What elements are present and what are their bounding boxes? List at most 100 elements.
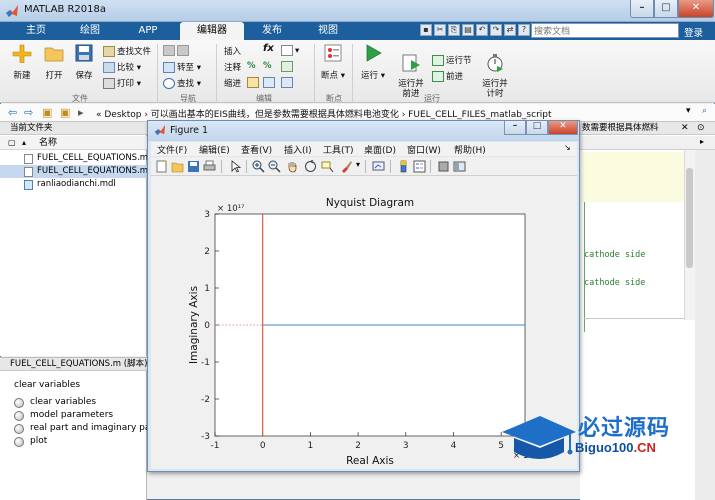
menu-help[interactable]: 帮助(H)	[454, 143, 486, 156]
forward-arrow-icon[interactable]: ⇨	[24, 106, 33, 119]
menu-edit[interactable]: 编辑(E)	[199, 143, 230, 156]
toolbar-separator	[390, 160, 391, 173]
menu-dock-icon[interactable]: ↘	[564, 143, 571, 152]
copy-quick-icon[interactable]: ⎘	[448, 24, 460, 36]
menu-desktop[interactable]: 桌面(D)	[364, 143, 396, 156]
rotate-3d-icon[interactable]	[304, 160, 317, 173]
increase-indent-icon[interactable]	[263, 77, 277, 88]
brush-icon[interactable]	[340, 160, 353, 173]
minimize-button[interactable]: –	[630, 0, 654, 18]
maximize-icon: □	[661, 2, 671, 13]
up-folder-icon[interactable]: ▣	[42, 106, 52, 119]
fx-button[interactable]: fx	[263, 43, 274, 54]
wrap-comments-icon[interactable]	[281, 61, 295, 72]
link-plot-icon[interactable]	[372, 160, 385, 173]
colorbar-icon[interactable]	[397, 160, 410, 173]
name-column-header[interactable]: ▢ ▴ 名称	[0, 136, 147, 150]
editor-scrollbar-thumb[interactable]	[686, 168, 693, 268]
file-row[interactable]: ranliaodianchi.mdl	[0, 178, 147, 191]
indent-button[interactable]: 缩进	[224, 77, 241, 89]
current-path[interactable]: « Desktop › 可以画出基本的EIS曲线，但是参数需要根据具体燃料电池变…	[96, 107, 552, 120]
show-plot-tools-icon[interactable]	[453, 160, 466, 173]
cell-item[interactable]: model parameters	[30, 410, 147, 420]
advance-button[interactable]: 前进	[432, 70, 463, 82]
decrease-indent-icon[interactable]	[281, 77, 295, 88]
save-figure-icon[interactable]	[187, 160, 200, 173]
zoom-in-icon[interactable]	[252, 160, 265, 173]
save-quick-icon[interactable]: ▪	[420, 24, 432, 36]
comment-percent-icon[interactable]: %	[247, 61, 256, 71]
run-and-advance-button[interactable]: 运行并 前进	[394, 43, 428, 99]
search-input[interactable]	[531, 23, 679, 38]
switch-window-icon[interactable]: ⇄	[504, 24, 516, 36]
find-button[interactable]: 查找 ▾	[163, 77, 201, 89]
brush-dropdown-icon[interactable]: ▾	[356, 160, 360, 169]
menu-file[interactable]: 文件(F)	[157, 143, 187, 156]
undo-quick-icon[interactable]: ↶	[476, 24, 488, 36]
comment-button[interactable]: 注释	[224, 61, 241, 73]
file-row[interactable]: FUEL_CELL_EQUATIONS.m	[0, 152, 147, 165]
menu-insert[interactable]: 插入(I)	[284, 143, 312, 156]
search-folder-icon[interactable]: ⌕	[702, 106, 707, 116]
cell-item[interactable]: clear variables	[30, 397, 147, 407]
goto-icon	[163, 62, 175, 73]
insert-button[interactable]: 插入	[224, 45, 241, 57]
login-link[interactable]: 登录	[684, 25, 703, 39]
breakpoints-button[interactable]: 断点 ▾	[318, 43, 348, 81]
hide-plot-tools-icon[interactable]	[437, 160, 450, 173]
tab-plots[interactable]: 绘图	[70, 22, 110, 40]
maximize-button[interactable]: □	[654, 0, 678, 18]
browse-folder-icon[interactable]: ▣	[60, 106, 70, 119]
new-button[interactable]: 新建	[8, 43, 36, 81]
goto-button[interactable]: 转至 ▾	[163, 61, 201, 73]
figure-minimize-button[interactable]: –	[504, 121, 526, 135]
print-button[interactable]: 打印 ▾	[103, 77, 141, 89]
menu-view[interactable]: 查看(V)	[241, 143, 272, 156]
run-button[interactable]: 运行 ▾	[358, 43, 388, 81]
smart-indent-icon[interactable]	[247, 77, 261, 88]
compare-button[interactable]: 比较 ▾	[103, 61, 141, 73]
help-quick-icon[interactable]: ?	[518, 24, 530, 36]
menu-window[interactable]: 窗口(W)	[407, 143, 441, 156]
run-and-time-button[interactable]: 运行并 计时	[478, 43, 512, 99]
back-arrow-icon[interactable]: ⇦	[8, 106, 17, 119]
zoom-out-icon[interactable]	[268, 160, 281, 173]
run-section-button[interactable]: 运行节	[432, 54, 472, 66]
uncomment-icon[interactable]: %	[263, 61, 272, 71]
tab-apps[interactable]: APP	[126, 22, 170, 40]
cell-item[interactable]: real part and imaginary pa	[30, 423, 147, 433]
file-row-selected[interactable]: FUEL_CELL_EQUATIONS.m	[0, 165, 147, 178]
data-cursor-icon[interactable]	[321, 160, 334, 173]
details-panel-title[interactable]: FUEL_CELL_EQUATIONS.m (脚本)	[0, 357, 147, 371]
new-figure-icon[interactable]	[155, 160, 168, 173]
open-file-icon[interactable]	[171, 160, 184, 173]
path-root-icon[interactable]: ▸	[78, 106, 84, 119]
redo-quick-icon[interactable]: ↷	[490, 24, 502, 36]
figure-close-button[interactable]: ✕	[548, 121, 578, 135]
path-dropdown-icon[interactable]: ▾	[686, 106, 691, 116]
tab-publish[interactable]: 发布	[252, 22, 292, 40]
menu-tools[interactable]: 工具(T)	[323, 143, 354, 156]
close-button[interactable]: ✕	[678, 0, 714, 18]
save-button[interactable]: 保存	[70, 43, 98, 81]
paste-quick-icon[interactable]: ▤	[462, 24, 474, 36]
tab-home[interactable]: 主页	[18, 22, 54, 40]
pointer-icon[interactable]	[229, 160, 242, 173]
code-comment[interactable]: cathode side	[584, 250, 645, 260]
nav-arrows[interactable]	[163, 45, 191, 56]
legend-icon[interactable]	[413, 160, 426, 173]
code-comment[interactable]: cathode side	[584, 278, 645, 288]
figure-maximize-button[interactable]: □	[526, 121, 548, 135]
tab-editor[interactable]: 编辑器	[180, 22, 244, 40]
function-icon-button[interactable]: ▾	[281, 45, 299, 56]
editor-tab-plus-icon[interactable]: ▸	[700, 137, 704, 146]
pan-hand-icon[interactable]	[286, 160, 299, 173]
print-figure-icon[interactable]	[203, 160, 216, 173]
open-button[interactable]: 打开	[40, 43, 68, 81]
cell-item[interactable]: plot	[30, 436, 147, 446]
tab-view[interactable]: 视图	[306, 22, 350, 40]
editor-menu-icon[interactable]: ⊙	[697, 123, 705, 133]
find-files-button[interactable]: 查找文件	[103, 45, 151, 57]
cut-quick-icon[interactable]: ✂	[434, 24, 446, 36]
editor-close-icon[interactable]: ✕	[681, 123, 689, 133]
